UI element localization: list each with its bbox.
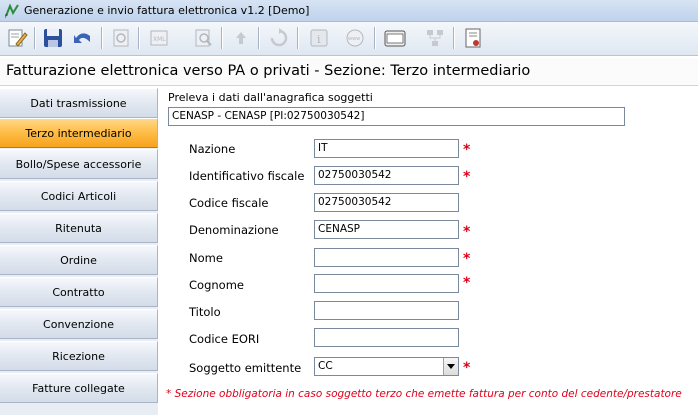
required-marker: *	[463, 251, 471, 267]
info-icon: i	[310, 29, 328, 47]
info-button[interactable]: i	[306, 25, 332, 51]
svg-text:www: www	[348, 36, 360, 42]
form-panel: Preleva i dati dall'anagrafica soggetti …	[158, 88, 698, 415]
network-icon	[427, 30, 443, 46]
sidebar-item-convenzione[interactable]: Convenzione	[0, 309, 158, 339]
refresh-doc-icon	[113, 29, 129, 47]
title-bar: F Generazione e invio fattura elettronic…	[0, 0, 698, 22]
upload-icon	[236, 32, 246, 44]
folder-icon	[384, 30, 406, 47]
sidebar-item-label: Contratto	[52, 285, 105, 299]
soggetto-emittente-label: Soggetto emittente	[189, 361, 302, 375]
titolo-input[interactable]	[314, 301, 459, 320]
dropdown-arrow-icon[interactable]	[443, 358, 458, 375]
sidebar-item-label: Ricezione	[52, 349, 105, 363]
sidebar-item-label: Terzo intermediario	[25, 126, 132, 140]
sidebar-item-dati-trasmissione[interactable]: Dati trasmissione	[0, 88, 158, 118]
undo-icon	[74, 33, 90, 43]
soggetto-emittente-select[interactable]: CC	[314, 357, 459, 376]
required-marker: *	[463, 169, 471, 185]
codice-eori-input[interactable]	[314, 328, 459, 347]
save-icon	[44, 29, 62, 47]
nome-input[interactable]	[314, 248, 459, 267]
svg-text:F: F	[5, 14, 8, 19]
web-icon: www	[346, 29, 364, 47]
certificate-icon	[465, 28, 481, 48]
sidebar-item-label: Codici Articoli	[40, 189, 117, 203]
sidebar-item-label: Convenzione	[43, 317, 114, 331]
sidebar: Dati trasmissione Terzo intermediario Bo…	[0, 88, 158, 415]
cognome-label: Cognome	[189, 278, 244, 292]
window-title: Generazione e invio fattura elettronica …	[24, 4, 310, 17]
xml-button[interactable]: XML	[146, 25, 172, 51]
folder-button[interactable]	[382, 25, 408, 51]
sidebar-item-terzo-intermediario[interactable]: Terzo intermediario	[0, 118, 158, 148]
cognome-input[interactable]	[314, 274, 459, 293]
codice-fiscale-input[interactable]: 02750030542	[314, 193, 459, 212]
denominazione-label: Denominazione	[189, 223, 279, 237]
preleva-label: Preleva i dati dall'anagrafica soggetti	[168, 91, 373, 104]
save-button[interactable]	[40, 25, 66, 51]
section-header: Fatturazione elettronica verso PA o priv…	[0, 58, 698, 86]
svg-text:XML: XML	[153, 36, 166, 43]
codice-eori-label: Codice EORI	[189, 332, 260, 346]
titolo-label: Titolo	[189, 305, 221, 319]
nazione-label: Nazione	[189, 142, 236, 156]
required-marker: *	[463, 142, 471, 158]
certificate-button[interactable]	[460, 25, 486, 51]
required-marker: *	[463, 224, 471, 240]
sidebar-item-ritenuta[interactable]: Ritenuta	[0, 213, 158, 243]
sidebar-item-label: Bollo/Spese accessorie	[15, 157, 142, 171]
required-note: * Sezione obbligatoria in caso soggetto …	[166, 388, 682, 400]
reload-button[interactable]	[266, 25, 292, 51]
svg-text:i: i	[317, 33, 321, 46]
sidebar-item-ordine[interactable]: Ordine	[0, 245, 158, 275]
denominazione-input[interactable]: CENASP	[314, 220, 459, 239]
undo-button[interactable]	[70, 25, 96, 51]
anagrafica-combo[interactable]: CENASP - CENASP [PI:02750030542]	[168, 107, 625, 126]
codice-fiscale-label: Codice fiscale	[189, 196, 269, 210]
sidebar-item-label: Ritenuta	[55, 221, 102, 235]
sidebar-item-bollo-spese[interactable]: Bollo/Spese accessorie	[0, 149, 158, 179]
edit-icon	[8, 29, 28, 47]
preview-button[interactable]	[190, 25, 216, 51]
identificativo-fiscale-input[interactable]: 02750030542	[314, 166, 459, 185]
sidebar-item-label: Fatture collegate	[32, 381, 125, 395]
required-marker: *	[463, 360, 471, 376]
web-button[interactable]: www	[342, 25, 368, 51]
sidebar-item-fatture-collegate[interactable]: Fatture collegate	[0, 373, 158, 403]
required-marker: *	[463, 275, 471, 291]
reload-icon	[270, 28, 288, 47]
section-title: Fatturazione elettronica verso PA o priv…	[6, 63, 531, 79]
toolbar: XML i www	[0, 22, 698, 74]
edit-button[interactable]	[4, 25, 30, 51]
nazione-input[interactable]: IT	[314, 139, 459, 158]
sidebar-item-codici-articoli[interactable]: Codici Articoli	[0, 181, 158, 211]
sidebar-item-label: Ordine	[60, 253, 97, 267]
network-button[interactable]	[422, 25, 448, 51]
sidebar-item-contratto[interactable]: Contratto	[0, 277, 158, 307]
soggetto-emittente-value: CC	[318, 360, 333, 372]
refresh-doc-button[interactable]	[108, 25, 134, 51]
identificativo-fiscale-label: Identificativo fiscale	[189, 169, 305, 183]
upload-button[interactable]	[228, 25, 254, 51]
xml-icon: XML	[150, 30, 168, 46]
nome-label: Nome	[189, 251, 223, 265]
sidebar-item-ricezione[interactable]: Ricezione	[0, 341, 158, 371]
app-logo-icon: F	[5, 3, 19, 19]
sidebar-item-label: Dati trasmissione	[30, 96, 127, 110]
preview-icon	[195, 29, 212, 47]
